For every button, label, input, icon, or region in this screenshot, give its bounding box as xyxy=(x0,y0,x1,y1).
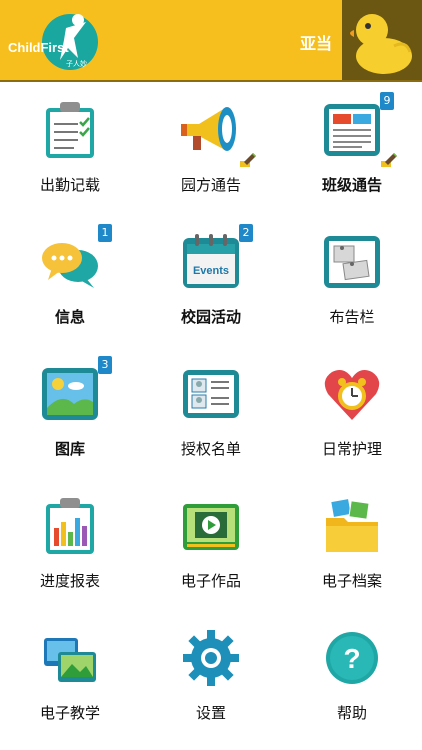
folder-icon xyxy=(322,496,382,556)
avatar[interactable] xyxy=(342,0,422,80)
menu-label: 授权名单 xyxy=(180,440,241,458)
logo-subtext: 子人妙 xyxy=(66,59,87,68)
menu-label: 班级通告 xyxy=(321,176,382,194)
app-header: ChildFirst 子人妙 亚当 xyxy=(0,0,422,80)
menu-label: 进度报表 xyxy=(39,572,100,590)
menu-label: 电子作品 xyxy=(180,572,241,590)
duck-icon xyxy=(350,14,412,74)
menu-item-authorized-list[interactable]: 授权名单 xyxy=(141,346,281,478)
menu-label: 设置 xyxy=(195,704,226,722)
menu-grid: 出勤记载 园方通告 9 班级通告 1 信息 Events 2 校园活动 布告栏 … xyxy=(0,82,422,750)
menu-item-help[interactable]: ? 帮助 xyxy=(282,610,422,742)
menu-item-bulletin-board[interactable]: 布告栏 xyxy=(282,214,422,346)
clipboard-icon xyxy=(40,100,100,160)
notification-badge: 2 xyxy=(239,224,253,242)
calendar-icon: Events xyxy=(181,232,241,292)
notification-badge: 9 xyxy=(380,92,394,110)
menu-item-gallery[interactable]: 3 图库 xyxy=(0,346,140,478)
svg-text:?: ? xyxy=(343,643,360,674)
menu-item-daily-care[interactable]: 日常护理 xyxy=(282,346,422,478)
menu-label: 图库 xyxy=(54,440,85,458)
menu-item-progress-report[interactable]: 进度报表 xyxy=(0,478,140,610)
help-icon: ? xyxy=(322,628,382,688)
menu-label: 电子档案 xyxy=(321,572,382,590)
menu-item-class-notice[interactable]: 9 班级通告 xyxy=(282,82,422,214)
menu-item-attendance[interactable]: 出勤记载 xyxy=(0,82,140,214)
menu-item-school-notice[interactable]: 园方通告 xyxy=(141,82,281,214)
logo-text: ChildFirst xyxy=(8,40,69,55)
menu-item-e-teaching[interactable]: 电子教学 xyxy=(0,610,140,742)
menu-label: 布告栏 xyxy=(329,308,375,326)
user-name[interactable]: 亚当 xyxy=(300,30,332,54)
menu-item-messages[interactable]: 1 信息 xyxy=(0,214,140,346)
childfirst-logo: ChildFirst 子人妙 xyxy=(8,14,98,70)
gear-icon xyxy=(181,628,241,688)
menu-item-settings[interactable]: 设置 xyxy=(141,610,281,742)
menu-label: 校园活动 xyxy=(180,308,241,326)
megaphone-icon xyxy=(181,100,241,160)
pencil-icon xyxy=(381,153,397,167)
chat-bubbles-icon xyxy=(40,232,100,292)
menu-item-e-archive[interactable]: 电子档案 xyxy=(282,478,422,610)
menu-item-e-works[interactable]: 电子作品 xyxy=(141,478,281,610)
pencil-icon xyxy=(240,153,256,167)
notification-badge: 1 xyxy=(98,224,112,242)
menu-item-campus-events[interactable]: Events 2 校园活动 xyxy=(141,214,281,346)
heart-clock-icon xyxy=(322,364,382,424)
menu-label: 信息 xyxy=(54,308,85,326)
bulletin-board-icon xyxy=(322,232,382,292)
slides-icon xyxy=(40,628,100,688)
menu-label: 电子教学 xyxy=(39,704,100,722)
newspaper-icon xyxy=(322,100,382,160)
menu-label: 出勤记载 xyxy=(39,176,100,194)
id-card-icon xyxy=(181,364,241,424)
menu-label: 日常护理 xyxy=(321,440,382,458)
events-text: Events xyxy=(193,265,229,277)
menu-label: 帮助 xyxy=(336,704,367,722)
notification-badge: 3 xyxy=(98,356,112,374)
video-player-icon xyxy=(181,496,241,556)
menu-label: 园方通告 xyxy=(180,176,241,194)
bar-chart-clipboard-icon xyxy=(40,496,100,556)
photo-gallery-icon xyxy=(40,364,100,424)
